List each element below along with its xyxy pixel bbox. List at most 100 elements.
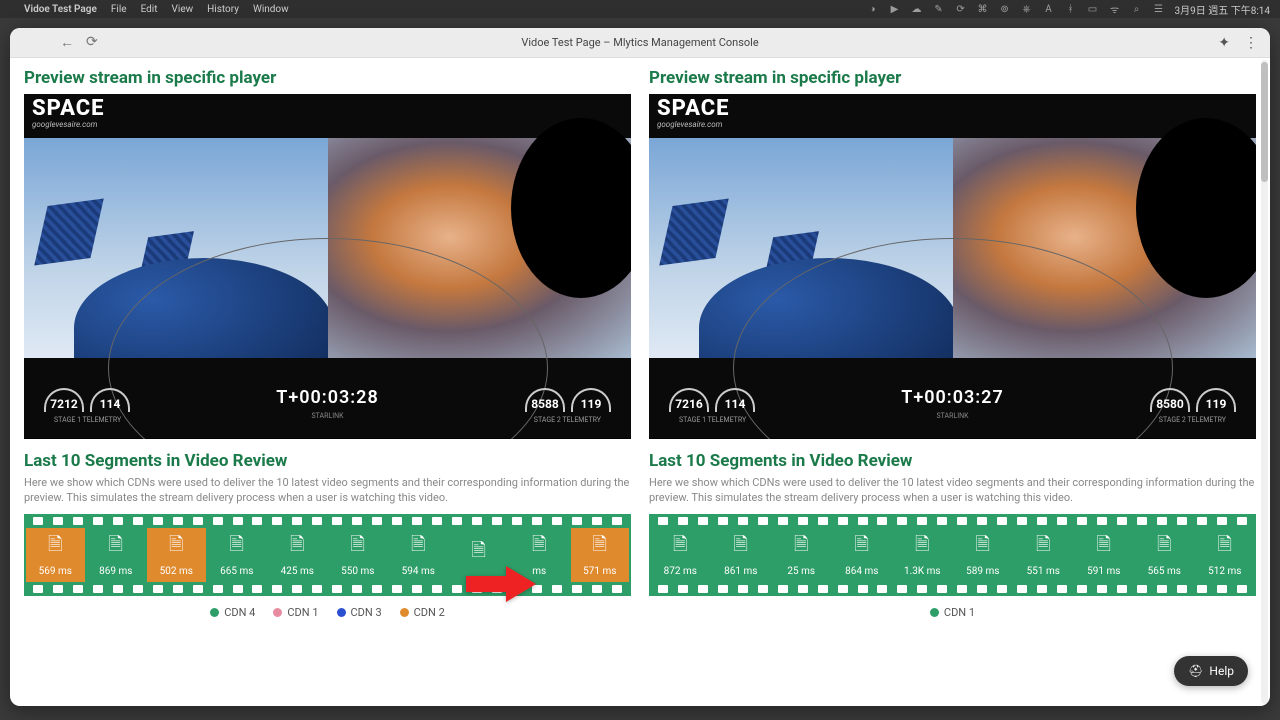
legend-dot	[337, 608, 346, 617]
file-icon: 🗎	[673, 532, 687, 562]
menu-view[interactable]: View	[172, 4, 194, 15]
vertical-scrollbar[interactable]	[1261, 60, 1268, 704]
legend-dot	[273, 608, 282, 617]
segment-latency: 550 ms	[341, 566, 374, 577]
segment-item[interactable]: 🗎 512 ms	[1196, 528, 1255, 582]
segment-item[interactable]: 🗎 550 ms	[329, 528, 388, 582]
segments-desc: Here we show which CDNs were used to del…	[649, 475, 1256, 506]
mission-time: T+00:03:27	[901, 387, 1003, 408]
segment-item[interactable]: 🗎569 ms	[26, 528, 85, 582]
segment-item[interactable]: 🗎 861 ms	[712, 528, 771, 582]
legend-label: CDN 2	[414, 606, 445, 619]
status-icon[interactable]: ▶	[889, 3, 901, 15]
segment-item[interactable]: 🗎 594 ms	[389, 528, 448, 582]
menu-file[interactable]: File	[111, 4, 127, 15]
browser-window: ← ⟳ Vidoe Test Page – Mlytics Management…	[10, 28, 1270, 706]
status-icon[interactable]: ⎈	[1021, 3, 1033, 15]
segment-item[interactable]: 🗎ms	[510, 528, 569, 582]
segment-item[interactable]: 🗎25 ms	[772, 528, 831, 582]
status-icon[interactable]: ⌘	[977, 3, 989, 15]
file-icon: 🗎	[169, 532, 183, 562]
segment-item[interactable]: 🗎	[450, 528, 509, 582]
mission-label: STARLINK	[311, 412, 343, 420]
legend-item: CDN 1	[273, 606, 318, 619]
help-button[interactable]: ⛑ Help	[1174, 656, 1248, 686]
segment-item[interactable]: 🗎591 ms	[1075, 528, 1134, 582]
file-icon: 🗎	[290, 532, 304, 562]
segment-item[interactable]: 🗎551 ms	[1014, 528, 1073, 582]
file-icon: 🗎	[351, 532, 365, 562]
legend-item: CDN 1	[930, 606, 975, 619]
file-icon: 🗎	[411, 532, 425, 562]
legend-label: CDN 1	[287, 606, 318, 619]
left-column: Preview stream in specific player SPACE …	[24, 68, 631, 696]
segment-item[interactable]: 🗎589 ms	[954, 528, 1013, 582]
menubar-app-name[interactable]: Vidoe Test Page	[24, 4, 97, 15]
file-icon: 🗎	[734, 532, 748, 562]
file-icon: 🗎	[855, 532, 869, 562]
segment-item[interactable]: 🗎869 ms	[87, 528, 146, 582]
reload-button[interactable]: ⟳	[86, 34, 98, 51]
gauge-speed-1: 7212	[44, 388, 84, 412]
segment-latency: 425 ms	[281, 566, 314, 577]
segment-item[interactable]: 🗎 425 ms	[268, 528, 327, 582]
segment-latency: 589 ms	[966, 566, 999, 577]
segment-item[interactable]: 🗎872 ms	[651, 528, 710, 582]
segment-latency: 861 ms	[724, 566, 757, 577]
segment-item[interactable]: 🗎571 ms	[571, 528, 630, 582]
legend-left: CDN 4 CDN 1 CDN 3 CDN 2	[24, 606, 631, 619]
legend-item: CDN 4	[210, 606, 255, 619]
segments-title: Last 10 Segments in Video Review	[24, 451, 631, 471]
menubar-clock[interactable]: 3月9日 週五 下午8:14	[1175, 2, 1270, 17]
segment-latency: 594 ms	[402, 566, 435, 577]
status-icon[interactable]: ⊚	[999, 3, 1011, 15]
gauge-speed-1: 7216	[669, 388, 709, 412]
stage2-label: STAGE 2 TELEMETRY	[1159, 416, 1226, 424]
battery-icon[interactable]: ▭	[1087, 3, 1099, 15]
back-button[interactable]: ←	[60, 34, 74, 51]
browser-titlebar: ← ⟳ Vidoe Test Page – Mlytics Management…	[10, 28, 1270, 58]
menu-edit[interactable]: Edit	[141, 4, 158, 15]
search-icon[interactable]: ⌕	[1131, 3, 1143, 15]
wifi-icon[interactable]: ᯤ	[1109, 3, 1121, 15]
file-icon: 🗎	[794, 532, 808, 562]
legend-right: CDN 1	[649, 606, 1256, 619]
gauge-alt-1: 114	[715, 388, 755, 412]
segment-latency: 565 ms	[1148, 566, 1181, 577]
preview-title: Preview stream in specific player	[649, 68, 1256, 88]
file-icon: 🗎	[915, 532, 929, 562]
segment-item[interactable]: 🗎864 ms	[833, 528, 892, 582]
status-icon[interactable]: ◑	[867, 3, 879, 15]
status-icon[interactable]: ☁	[911, 3, 923, 15]
segment-latency: 512 ms	[1208, 566, 1241, 577]
file-icon: 🗎	[1218, 532, 1232, 562]
legend-dot	[400, 608, 409, 617]
segment-item[interactable]: 🗎1.3K ms	[893, 528, 952, 582]
help-icon: ⛑	[1188, 664, 1203, 678]
menu-window[interactable]: Window	[253, 4, 289, 15]
video-player-right[interactable]: SPACE googlevesaire.com 7216 114 STAGE 1…	[649, 94, 1256, 439]
file-icon: 🗎	[1097, 532, 1111, 562]
gauge-alt-2: 119	[1196, 388, 1236, 412]
legend-label: CDN 1	[944, 606, 975, 619]
bluetooth-icon[interactable]: ᚼ	[1065, 3, 1077, 15]
video-brand: SPACE	[32, 98, 105, 120]
status-icon[interactable]: ⟳	[955, 3, 967, 15]
segment-latency: 551 ms	[1027, 566, 1060, 577]
file-icon: 🗎	[230, 532, 244, 562]
segment-item[interactable]: 🗎502 ms	[147, 528, 206, 582]
more-menu-icon[interactable]: ⋮	[1244, 35, 1258, 51]
page-content: Preview stream in specific player SPACE …	[10, 58, 1270, 706]
file-icon: 🗎	[472, 538, 486, 568]
menu-history[interactable]: History	[207, 4, 239, 15]
extensions-icon[interactable]: ✦	[1218, 35, 1230, 51]
segment-item[interactable]: 🗎 665 ms	[208, 528, 267, 582]
video-player-left[interactable]: SPACE googlevesaire.com 7212 114 STAGE 1…	[24, 94, 631, 439]
control-center-icon[interactable]: ☰	[1153, 3, 1165, 15]
mission-label: STARLINK	[936, 412, 968, 420]
status-icon[interactable]: A	[1043, 3, 1055, 15]
legend-label: CDN 3	[351, 606, 382, 619]
segment-latency: 665 ms	[220, 566, 253, 577]
segment-item[interactable]: 🗎565 ms	[1135, 528, 1194, 582]
status-icon[interactable]: ✎	[933, 3, 945, 15]
